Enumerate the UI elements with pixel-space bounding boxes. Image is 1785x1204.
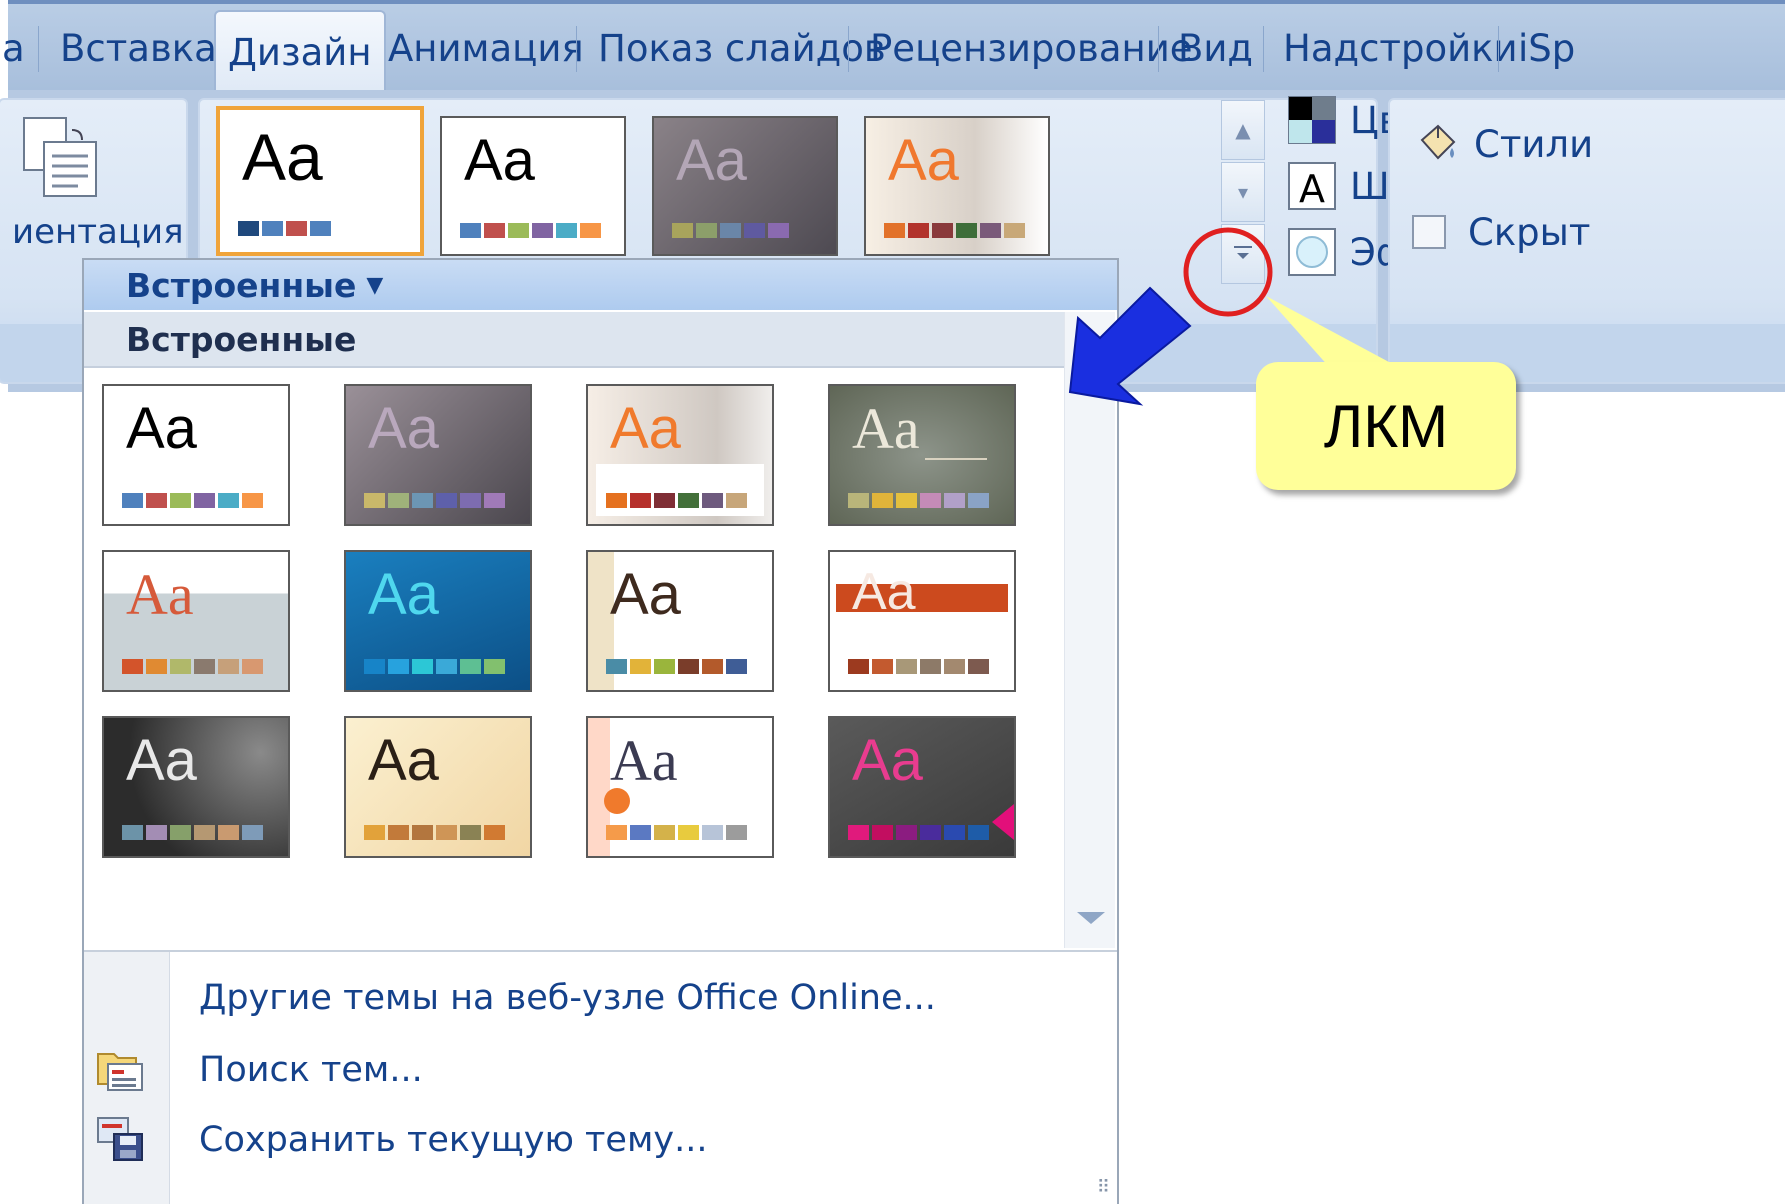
blue-arrow-icon: [1068, 286, 1192, 406]
callout-pointer: [1266, 296, 1400, 368]
annotation-overlay: [1068, 227, 1400, 406]
lmb-callout: ЛКМ: [1256, 362, 1516, 490]
highlight-circle: [1183, 227, 1273, 317]
